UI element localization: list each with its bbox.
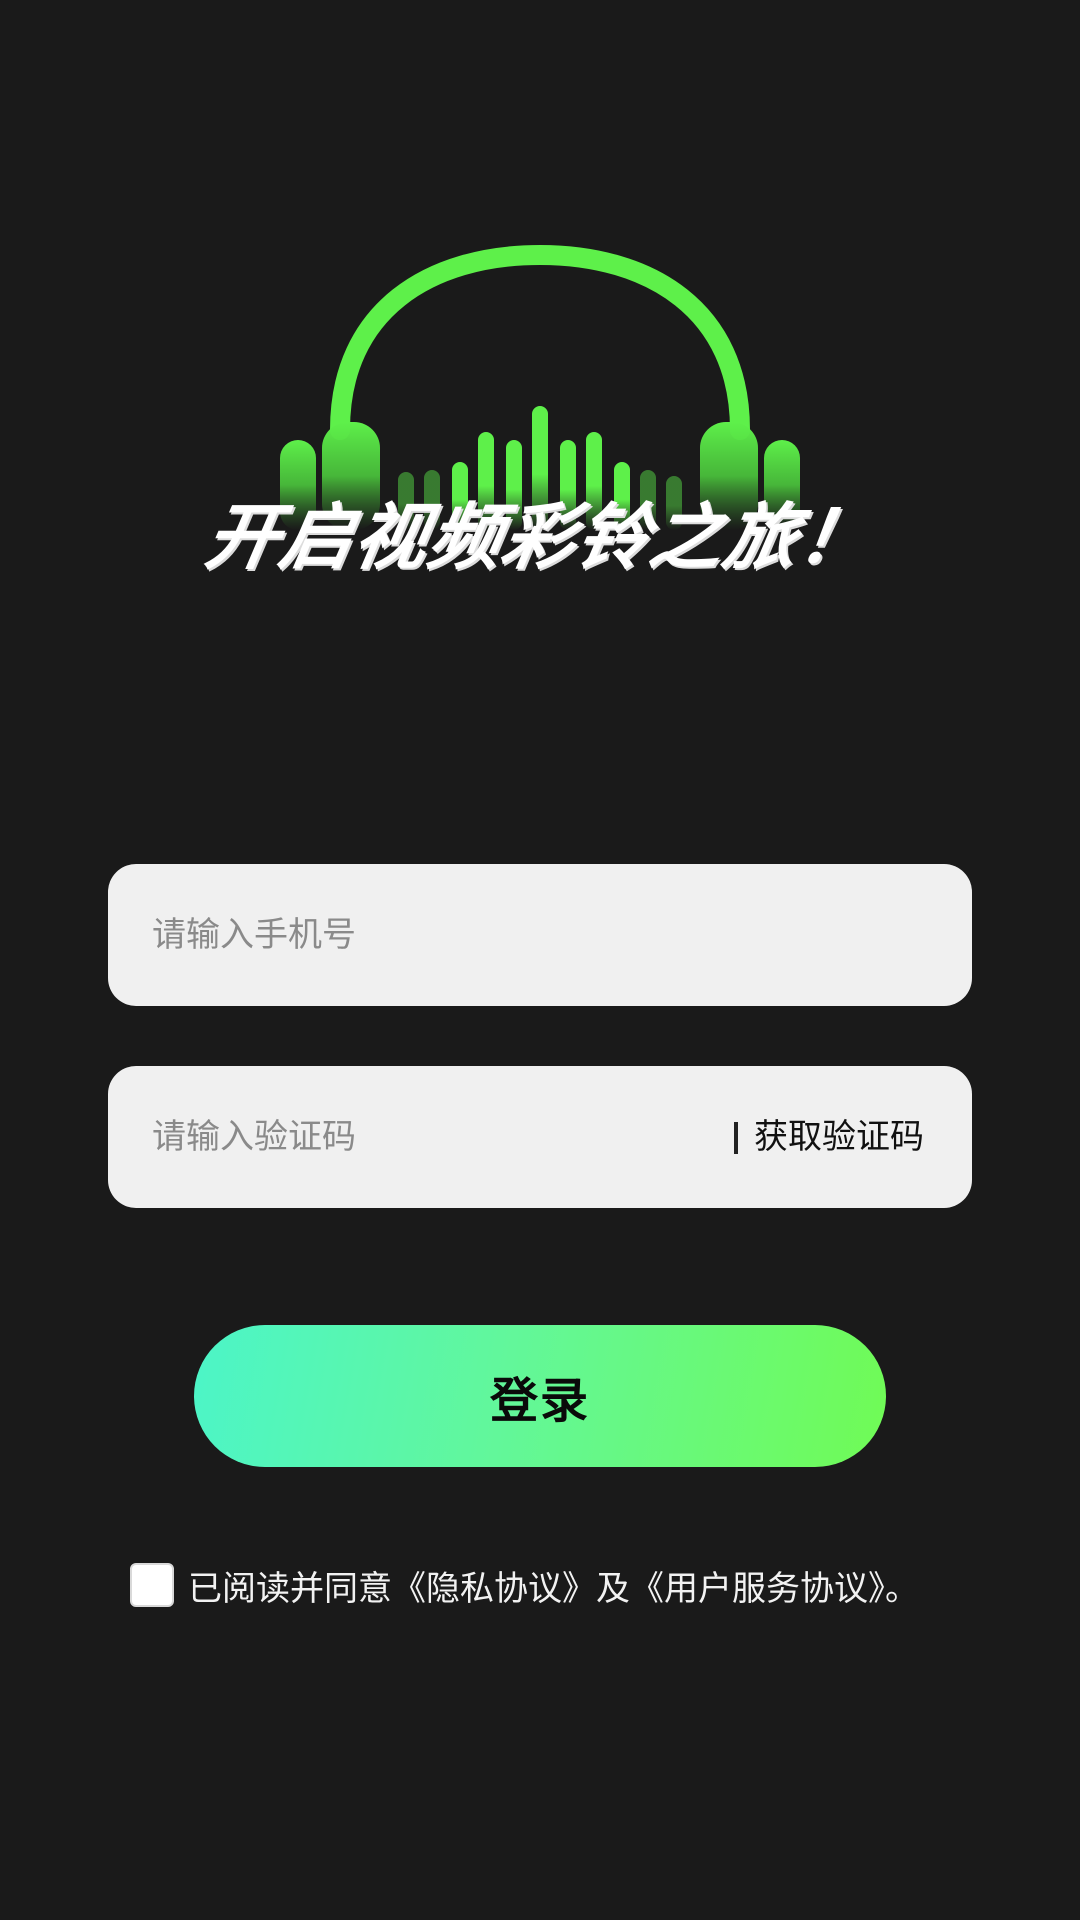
- verification-code-field[interactable]: 获取验证码: [108, 1066, 972, 1208]
- phone-field[interactable]: [108, 864, 972, 1006]
- slogan-title: 开启视频彩铃之旅！: [199, 495, 881, 579]
- agreement-text: 已阅读并同意《隐私协议》及《用户服务协议》。: [188, 1561, 919, 1610]
- phone-input[interactable]: [152, 864, 928, 1006]
- privacy-policy-link[interactable]: 《隐私协议》: [392, 1569, 596, 1609]
- login-button[interactable]: 登录: [194, 1325, 886, 1467]
- field-divider: [734, 1122, 738, 1154]
- agreement-checkbox[interactable]: [130, 1563, 174, 1607]
- login-screen: 开启视频彩铃之旅！ 获取验证码 登录 已阅读并同意《隐私协议》及《用户服务协议》…: [0, 0, 1080, 1920]
- user-service-agreement-link[interactable]: 《用户服务协议》: [630, 1569, 885, 1609]
- agreement-row: 已阅读并同意《隐私协议》及《用户服务协议》。: [130, 1561, 919, 1610]
- get-code-button[interactable]: 获取验证码: [754, 1066, 924, 1208]
- verification-code-input[interactable]: [152, 1066, 672, 1208]
- agreement-joiner: 及: [596, 1568, 630, 1609]
- agreement-suffix: 。: [885, 1568, 919, 1609]
- agreement-prefix: 已阅读并同意: [188, 1568, 392, 1609]
